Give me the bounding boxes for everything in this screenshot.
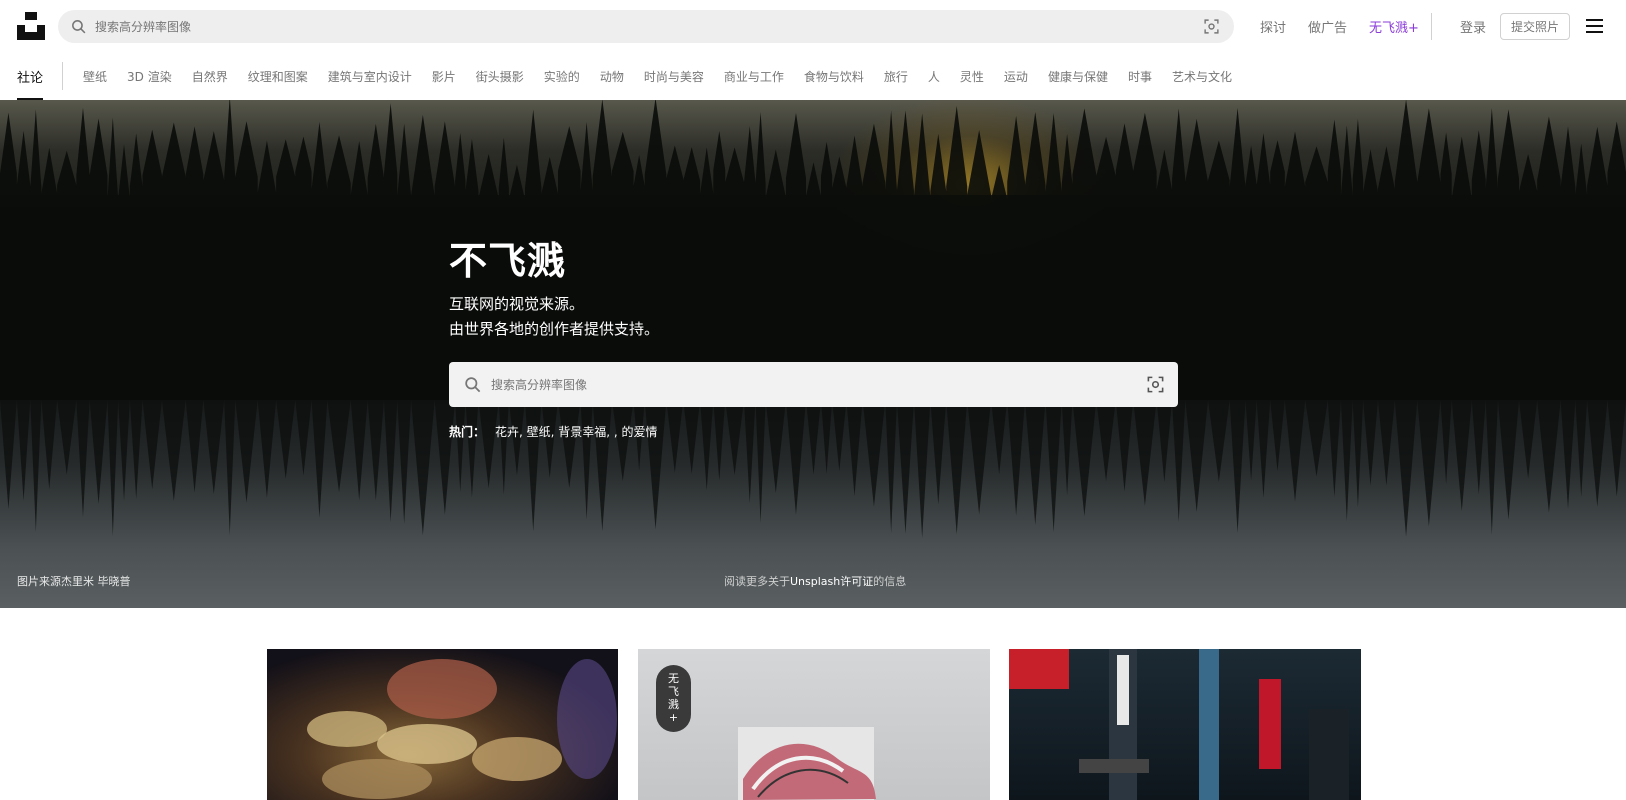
hero-tagline-1: 互联网的视觉来源。 <box>449 295 585 313</box>
category-tab[interactable]: 灵性 <box>960 68 984 85</box>
category-tab[interactable]: 人 <box>928 68 940 85</box>
category-tab[interactable]: 建筑与室内设计 <box>328 68 412 85</box>
category-tab[interactable]: 动物 <box>600 68 624 85</box>
hero-tagline-2: 由世界各地的创作者提供支持。 <box>449 320 660 338</box>
trending-searches: 热门： 花卉, 壁纸, 背景幸福, , 的爱情 <box>449 423 658 440</box>
hamburger-menu-icon[interactable] <box>1586 19 1603 33</box>
category-list: 壁纸 3D 渲染 自然界 纹理和图案 建筑与室内设计 影片 街头摄影 实验的 动物 时尚与美容 商业… <box>83 52 1252 100</box>
category-divider <box>62 62 63 90</box>
city-illustration <box>1009 649 1349 800</box>
hero-search-bar[interactable] <box>449 362 1178 407</box>
category-tab[interactable]: 旅行 <box>884 68 908 85</box>
search-icon[interactable] <box>70 18 87 35</box>
category-tab[interactable]: 自然界 <box>192 68 228 85</box>
category-tab[interactable]: 3D 渲染 <box>127 68 172 85</box>
header-divider <box>1431 13 1432 40</box>
category-nav: 社论 壁纸 3D 渲染 自然界 纹理和图案 建筑与室内设计 影片 街头摄影 实验的 动物 时尚与美… <box>0 52 1626 100</box>
license-link[interactable]: Unsplash许可证 <box>790 575 873 588</box>
visual-search-icon[interactable] <box>1203 18 1220 35</box>
photo-coral-reef[interactable] <box>267 649 618 800</box>
category-tab[interactable]: 健康与保健 <box>1048 68 1108 85</box>
search-icon[interactable] <box>463 375 482 394</box>
category-tab[interactable]: 街头摄影 <box>476 68 524 85</box>
category-tab[interactable]: 食物与饮料 <box>804 68 864 85</box>
coral-illustration <box>307 659 617 799</box>
license-prefix: 阅读更多关于 <box>724 575 790 588</box>
license-notice: 阅读更多关于Unsplash许可证的信息 <box>724 573 906 589</box>
tab-editorial[interactable]: 社论 <box>17 52 44 100</box>
badge-char: + <box>668 711 679 724</box>
header-search-input[interactable] <box>95 16 1135 37</box>
hero-title: 不飞溅 <box>449 239 567 283</box>
hero-forest-image <box>0 100 1626 539</box>
top-bar: 探讨 做广告 无飞溅+ 登录 提交照片 <box>0 0 1626 52</box>
header-links: 探讨 做广告 无飞溅+ <box>1260 0 1441 52</box>
hero-search-input[interactable] <box>491 373 1091 396</box>
category-tab[interactable]: 影片 <box>432 68 456 85</box>
unsplash-plus-link[interactable]: 无飞溅+ <box>1369 17 1419 36</box>
unsplash-logo-icon[interactable] <box>17 12 45 40</box>
unsplash-plus-badge[interactable]: 无 飞 溅 + <box>656 665 691 732</box>
visual-search-icon[interactable] <box>1146 375 1165 394</box>
trending-links[interactable]: 花卉, 壁纸, 背景幸福, , 的爱情 <box>495 425 658 439</box>
photo-city-night[interactable] <box>1009 649 1361 800</box>
category-tab[interactable]: 实验的 <box>544 68 580 85</box>
explore-link[interactable]: 探讨 <box>1260 17 1286 36</box>
photo-abstract-3d[interactable]: 无 飞 溅 + <box>638 649 990 800</box>
category-tab[interactable]: 时尚与美容 <box>644 68 704 85</box>
category-tab[interactable]: 纹理和图案 <box>248 68 308 85</box>
trending-label: 热门： <box>449 425 486 439</box>
category-tab[interactable]: 商业与工作 <box>724 68 784 85</box>
header-search-bar[interactable] <box>58 10 1234 43</box>
badge-char: 飞 <box>668 685 679 698</box>
category-tab[interactable]: 运动 <box>1004 68 1028 85</box>
category-tab[interactable]: 壁纸 <box>83 68 107 85</box>
advertise-link[interactable]: 做广告 <box>1308 17 1347 36</box>
category-tab[interactable]: 时事 <box>1128 68 1152 85</box>
photo-credit[interactable]: 图片来源杰里米 毕晓普 <box>17 573 131 589</box>
submit-photo-button[interactable]: 提交照片 <box>1500 13 1570 40</box>
badge-char: 无 <box>668 672 679 685</box>
hero-banner: 不飞溅 互联网的视觉来源。 由世界各地的创作者提供支持。 热门： 花卉, 壁纸, … <box>0 100 1626 608</box>
license-suffix: 的信息 <box>873 575 907 588</box>
badge-char: 溅 <box>668 698 679 711</box>
category-tab[interactable]: 艺术与文化 <box>1172 68 1232 85</box>
login-link[interactable]: 登录 <box>1460 17 1486 36</box>
